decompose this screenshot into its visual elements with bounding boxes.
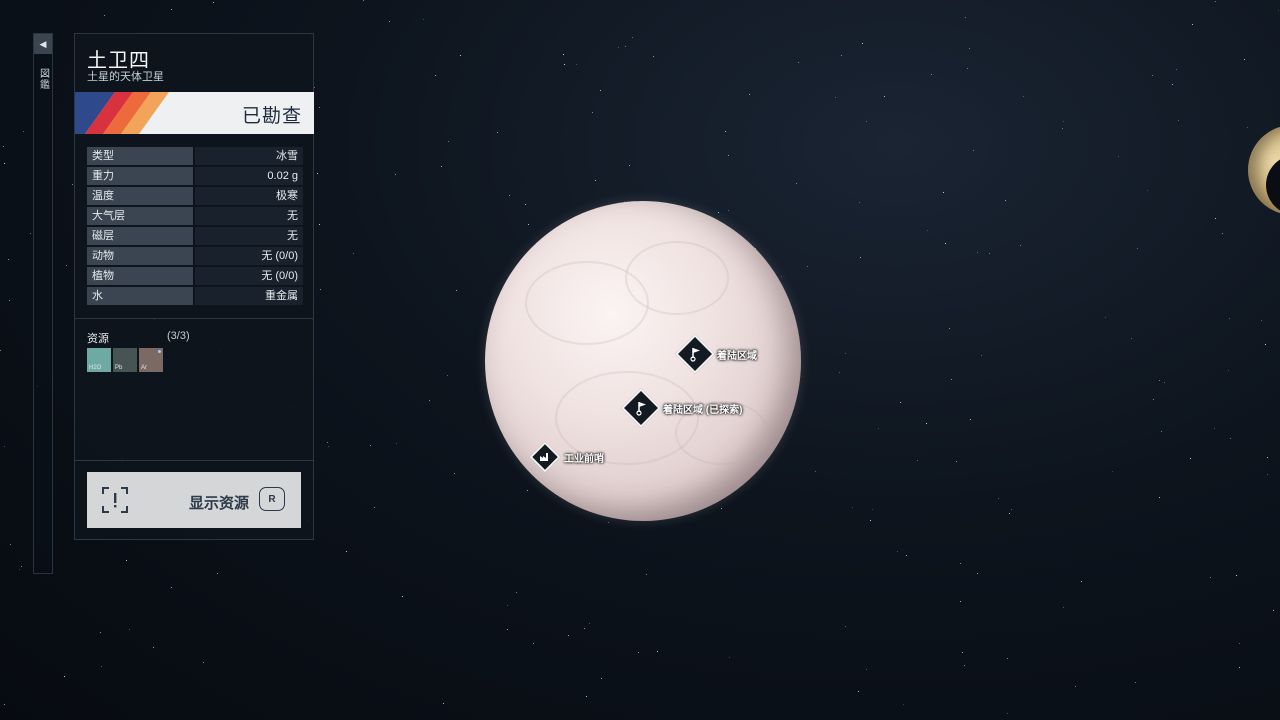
survey-status-text: 已勘查	[241, 106, 302, 127]
stat-value: 重金属	[195, 287, 303, 305]
show-resources-label: 显示资源	[189, 495, 250, 512]
stat-value: 极寒	[195, 187, 303, 205]
divider	[75, 460, 314, 461]
side-tab-label[interactable]: 図鑑	[36, 68, 51, 90]
status-stripes-icon	[75, 92, 169, 134]
stat-row: 温度 极寒	[87, 187, 303, 205]
resources-label: 资源	[87, 333, 109, 345]
stat-value: 无	[195, 207, 303, 225]
stat-key: 大气层	[87, 207, 193, 225]
show-resources-button[interactable]: 显示资源 R	[87, 472, 301, 528]
resource-tile[interactable]: Ar	[139, 348, 163, 372]
stat-value: 无 (0/0)	[195, 247, 303, 265]
stat-row: 磁层无	[87, 227, 303, 245]
landing-zone-explored-marker[interactable]: 着陆区域 (已探索)	[621, 388, 743, 428]
stat-row: 类型 冰雪	[87, 147, 303, 165]
marker-label: 着陆区域 (已探索)	[663, 404, 743, 416]
stat-key: 磁层	[87, 227, 193, 245]
scan-bracket-icon	[102, 487, 128, 513]
stat-value: 无 (0/0)	[195, 267, 303, 285]
resource-code: Ar	[141, 365, 147, 371]
key-hint-r: R	[259, 487, 285, 511]
stat-row: 动物无 (0/0)	[87, 247, 303, 265]
stats-table: 类型 冰雪 重力 0.02 g 温度 极寒 大气层无 磁层无 动物无 (0/0) 植物…	[87, 147, 303, 307]
flag-icon	[621, 388, 661, 428]
outpost-icon	[529, 441, 561, 473]
side-tab: ◀ 図鑑	[33, 33, 53, 574]
stat-row: 水重金属	[87, 287, 303, 305]
stat-row: 植物无 (0/0)	[87, 267, 303, 285]
marker-label: 着陆区域	[717, 350, 757, 362]
resource-tiles: H2O Pb Ar	[87, 348, 163, 372]
resource-tile[interactable]: H2O	[87, 348, 111, 372]
industrial-outpost-marker[interactable]: 工业前哨	[529, 441, 604, 473]
stat-key: 水	[87, 287, 193, 305]
info-dot-icon	[158, 350, 161, 353]
resource-code: H2O	[89, 365, 102, 371]
stat-row: 重力 0.02 g	[87, 167, 303, 185]
stat-row: 大气层无	[87, 207, 303, 225]
stat-key: 类型	[87, 147, 193, 165]
stat-key: 植物	[87, 267, 193, 285]
stat-key: 动物	[87, 247, 193, 265]
stat-value: 无	[195, 227, 303, 245]
divider	[75, 318, 314, 319]
resource-tile[interactable]: Pb	[113, 348, 137, 372]
stat-key: 温度	[87, 187, 193, 205]
body-subtitle: 土星的天体卫星	[87, 71, 164, 83]
flag-icon	[675, 334, 715, 374]
resource-code: Pb	[115, 365, 123, 371]
stat-key: 重力	[87, 167, 193, 185]
body-info-panel: 土卫四 土星的天体卫星 已勘查 类型 冰雪 重力 0.02 g 温度 极寒 大气层无 …	[74, 33, 314, 540]
collapse-arrow-icon[interactable]: ◀	[34, 34, 52, 54]
marker-label: 工业前哨	[564, 453, 604, 465]
resources-count: (3/3)	[167, 330, 190, 342]
stat-value: 0.02 g	[195, 167, 303, 185]
survey-status-banner: 已勘查	[75, 92, 314, 134]
landing-zone-marker[interactable]: 着陆区域	[675, 334, 757, 374]
stat-value: 冰雪	[195, 147, 303, 165]
